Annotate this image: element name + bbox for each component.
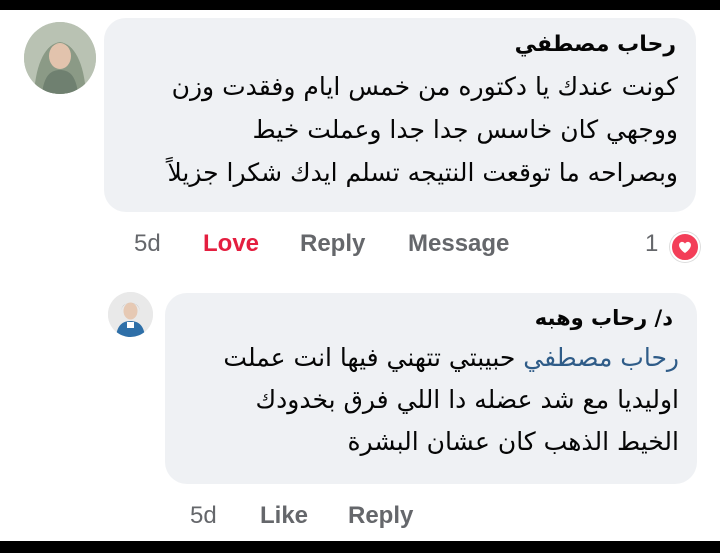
bottom-border	[0, 541, 720, 553]
top-border	[0, 0, 720, 10]
reply-text-line: اوليديا مع شد عضله دا اللي فرق بخدودك	[255, 385, 679, 414]
comment-bubble: رحاب مصطفي كونت عندك يا دكتوره من خمس اي…	[104, 18, 696, 212]
reply-bubble: د/ رحاب وهبه رحاب مصطفي حبيبتي تتهني فيه…	[165, 293, 697, 484]
avatar[interactable]	[108, 292, 153, 337]
reply-text: حبيبتي تتهني فيها انت عملت	[223, 343, 516, 372]
comment-author[interactable]: رحاب مصطفي	[515, 32, 676, 57]
comment-text-line: كونت عندك يا دكتوره من خمس ايام وفقدت وز…	[171, 72, 678, 101]
message-button[interactable]: Message	[408, 230, 509, 258]
reply-author[interactable]: د/ رحاب وهبه	[535, 306, 673, 330]
like-button[interactable]: Like	[260, 502, 308, 530]
avatar[interactable]	[24, 22, 96, 94]
comment-timestamp[interactable]: 5d	[134, 230, 161, 258]
reply-text-line: الخيط الذهب كان عشان البشرة	[347, 427, 679, 456]
reaction-count[interactable]: 1	[645, 230, 658, 258]
reply-button[interactable]: Reply	[348, 502, 413, 530]
reply-button[interactable]: Reply	[300, 230, 365, 258]
heart-icon[interactable]	[670, 232, 700, 262]
profile-photo-icon	[108, 292, 153, 337]
comment-text-line: وبصراحه ما توقعت النتيجه تسلم ايدك شكرا …	[167, 158, 678, 187]
profile-photo-icon	[24, 22, 96, 94]
mention-link[interactable]: رحاب مصطفي	[523, 343, 679, 372]
reply-timestamp[interactable]: 5d	[190, 502, 217, 530]
comment-text-line: ووجهي كان خاسس جدا جدا وعملت خيط	[252, 115, 678, 144]
love-button[interactable]: Love	[203, 230, 259, 258]
reply-text-line: رحاب مصطفي حبيبتي تتهني فيها انت عملت	[223, 343, 679, 372]
